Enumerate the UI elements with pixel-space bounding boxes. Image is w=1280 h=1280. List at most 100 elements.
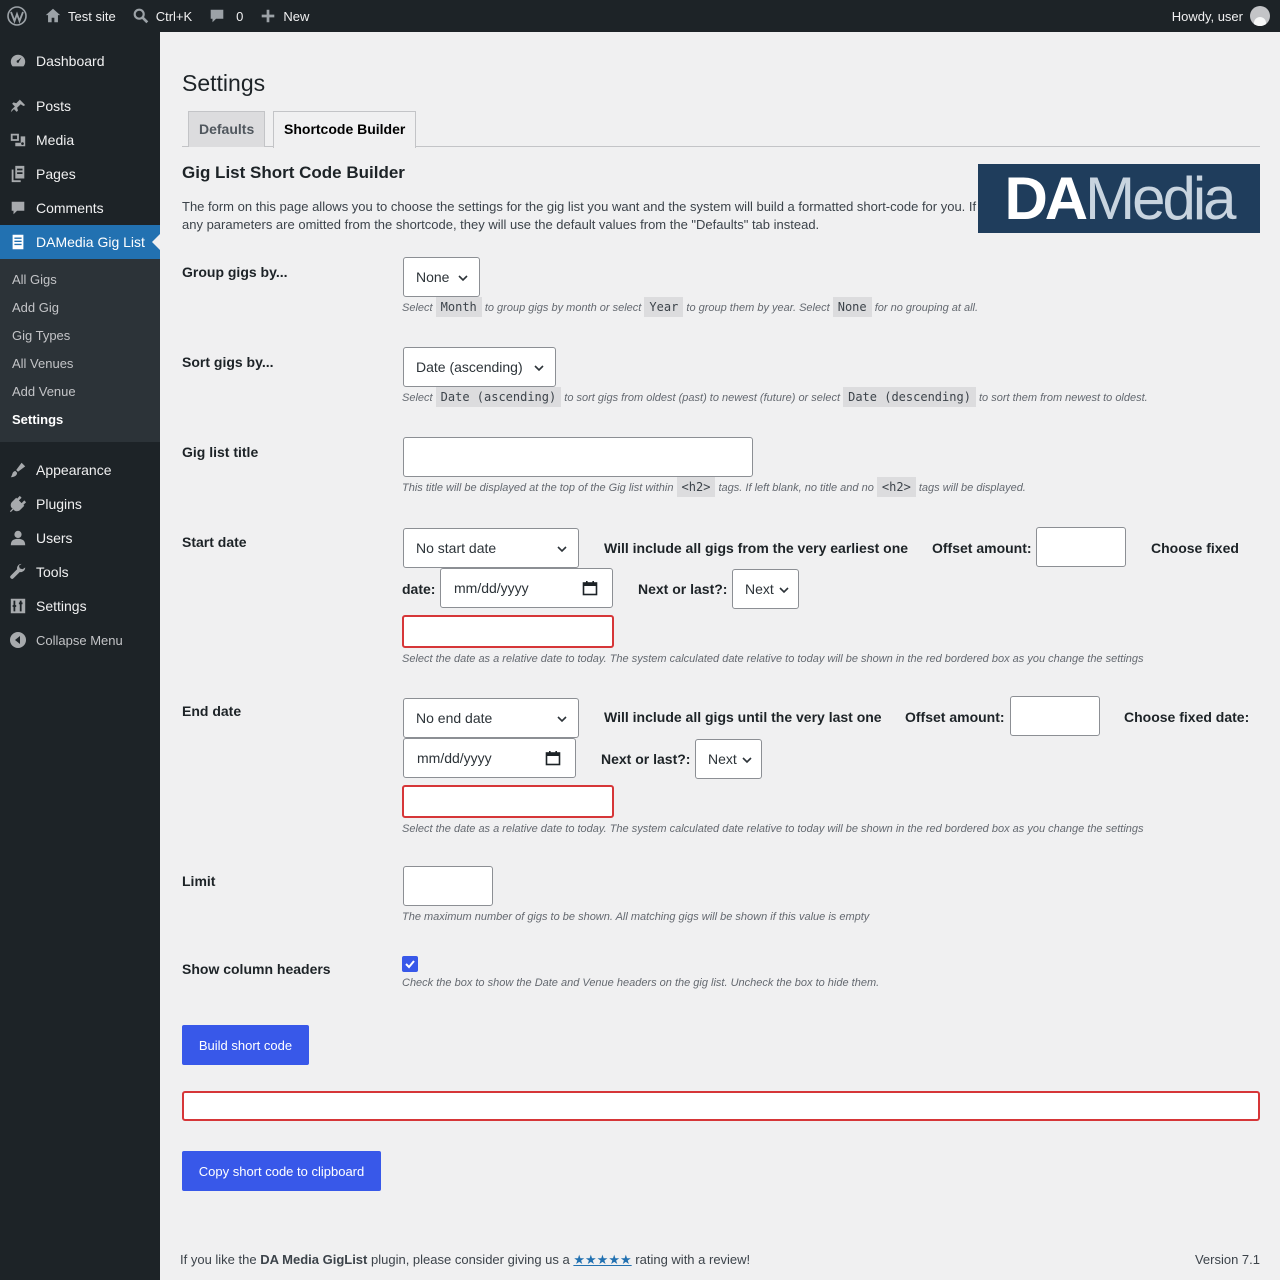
new-label: New	[283, 8, 310, 24]
site-name-link[interactable]: Test site	[36, 0, 124, 32]
submenu-item-gig-types[interactable]: Gig Types	[0, 322, 160, 350]
build-short-code-button[interactable]: Build short code	[182, 1025, 309, 1065]
comments-count: 0	[236, 8, 244, 24]
plugin-name: DA Media GigList	[260, 1252, 368, 1267]
tab-shortcode-builder[interactable]: Shortcode Builder	[273, 111, 417, 148]
checkmark-icon	[405, 960, 415, 969]
end-date-select[interactable]: No end date	[403, 698, 579, 738]
sidebar-item-plugins[interactable]: Plugins	[0, 487, 160, 521]
end-date-placeholder: mm/dd/yyyy	[417, 750, 492, 766]
home-icon	[45, 8, 61, 23]
gig-list-submenu: All Gigs Add Gig Gig Types All Venues Ad…	[0, 259, 160, 442]
rating-stars-link[interactable]: ★★★★★	[573, 1252, 631, 1267]
end-fixed-date-input[interactable]: mm/dd/yyyy	[403, 738, 576, 778]
end-date-description: Select the date as a relative date to to…	[402, 823, 1144, 835]
end-date-info: Will include all gigs until the very las…	[604, 709, 882, 725]
sidebar-item-pages[interactable]: Pages	[0, 157, 160, 191]
sort-select-value: Date (ascending)	[416, 359, 523, 375]
sidebar-item-label: Media	[36, 132, 75, 148]
admin-bar: Test site Ctrl+K 0 New Howdy, user	[0, 0, 1280, 32]
sort-label: Sort gigs by...	[182, 354, 274, 370]
tab-defaults[interactable]: Defaults	[188, 111, 266, 147]
comments-link[interactable]: 0	[200, 0, 251, 32]
end-next-select[interactable]: Next	[695, 739, 762, 779]
collapse-arrow-icon	[8, 630, 28, 650]
plus-icon	[262, 9, 275, 23]
group-label: Group gigs by...	[182, 264, 288, 280]
user-icon	[8, 528, 28, 548]
start-offset-label: Offset amount:	[932, 540, 1032, 556]
end-date-label: End date	[182, 703, 242, 719]
limit-label: Limit	[182, 873, 216, 889]
end-calculated-date-box	[402, 785, 614, 818]
account-menu[interactable]: Howdy, user	[1164, 0, 1280, 32]
start-fixed-date-input[interactable]: mm/dd/yyyy	[440, 568, 613, 608]
submenu-item-add-gig[interactable]: Add Gig	[0, 294, 160, 322]
end-next-label: Next or last?:	[601, 751, 691, 767]
group-select[interactable]: None	[403, 257, 480, 297]
submenu-item-all-gigs[interactable]: All Gigs	[0, 266, 160, 294]
chevron-down-icon	[742, 757, 752, 764]
sidebar-item-comments[interactable]: Comments	[0, 191, 160, 225]
start-date-info: Will include all gigs from the very earl…	[604, 540, 909, 556]
collapse-menu-button[interactable]: Collapse Menu	[0, 623, 160, 657]
wordpress-logo-icon[interactable]	[0, 0, 34, 32]
start-next-select[interactable]: Next	[732, 569, 799, 609]
collapse-menu-label: Collapse Menu	[36, 632, 123, 648]
comment-bubble-icon	[8, 198, 28, 218]
shortcode-output-box[interactable]	[182, 1091, 1260, 1121]
sidebar-item-label: Comments	[36, 200, 104, 216]
media-icon	[8, 130, 28, 150]
start-date-placeholder: mm/dd/yyyy	[454, 580, 529, 596]
admin-sidebar: Dashboard Posts Media Pages Comments DAM…	[0, 32, 160, 1280]
sidebar-item-media[interactable]: Media	[0, 123, 160, 157]
calendar-icon	[545, 751, 561, 766]
sidebar-item-label: Users	[36, 530, 73, 546]
sidebar-item-tools[interactable]: Tools	[0, 555, 160, 589]
chevron-down-icon	[534, 365, 544, 372]
sort-select[interactable]: Date (ascending)	[403, 347, 556, 387]
submenu-item-settings[interactable]: Settings	[0, 406, 160, 434]
builder-title: Gig List Short Code Builder	[182, 163, 405, 182]
gig-list-title-input[interactable]	[403, 437, 753, 477]
sidebar-item-users[interactable]: Users	[0, 521, 160, 555]
paintbrush-icon	[8, 460, 28, 480]
title-description: This title will be displayed at the top …	[402, 477, 1026, 497]
sidebar-item-settings[interactable]: Settings	[0, 589, 160, 623]
sort-description: Select Date (ascending) to sort gigs fro…	[402, 387, 1148, 407]
sidebar-item-posts[interactable]: Posts	[0, 89, 160, 123]
start-date-select[interactable]: No start date	[403, 528, 579, 568]
chevron-down-icon	[557, 546, 567, 553]
new-content-link[interactable]: New	[251, 0, 317, 32]
search-shortcut-label: Ctrl+K	[155, 8, 193, 24]
howdy-label: Howdy, user	[1171, 8, 1243, 24]
sidebar-item-damedia-gig-list[interactable]: DAMedia Gig List	[0, 225, 160, 259]
start-fixed-label-b: date:	[402, 581, 436, 597]
copy-short-code-button[interactable]: Copy short code to clipboard	[182, 1151, 381, 1191]
start-date-select-value: No start date	[416, 540, 497, 556]
site-name-label: Test site	[68, 8, 116, 24]
sidebar-item-label: Appearance	[36, 462, 112, 478]
sidebar-item-label: Posts	[36, 98, 72, 114]
calendar-icon	[582, 581, 598, 596]
end-offset-input[interactable]	[1010, 696, 1100, 736]
end-next-value: Next	[708, 751, 737, 767]
comment-bubble-icon	[210, 9, 224, 23]
start-offset-input[interactable]	[1036, 527, 1126, 567]
chevron-down-icon	[458, 275, 468, 282]
search-shortcut-button[interactable]: Ctrl+K	[124, 0, 200, 32]
show-headers-checkbox[interactable]	[402, 956, 418, 972]
sidebar-item-appearance[interactable]: Appearance	[0, 453, 160, 487]
damedia-logo: DA Media	[978, 164, 1260, 233]
title-label: Gig list title	[182, 444, 259, 460]
footer-text: If you like the DA Media GigList plugin,…	[180, 1252, 751, 1267]
plug-icon	[8, 494, 28, 514]
avatar	[1250, 6, 1270, 26]
sidebar-item-dashboard[interactable]: Dashboard	[0, 44, 160, 78]
limit-input[interactable]	[403, 866, 493, 906]
start-date-description: Select the date as a relative date to to…	[402, 653, 1144, 665]
submenu-item-add-venue[interactable]: Add Venue	[0, 378, 160, 406]
start-next-value: Next	[745, 581, 774, 597]
sidebar-item-label: Plugins	[36, 496, 82, 512]
submenu-item-all-venues[interactable]: All Venues	[0, 350, 160, 378]
